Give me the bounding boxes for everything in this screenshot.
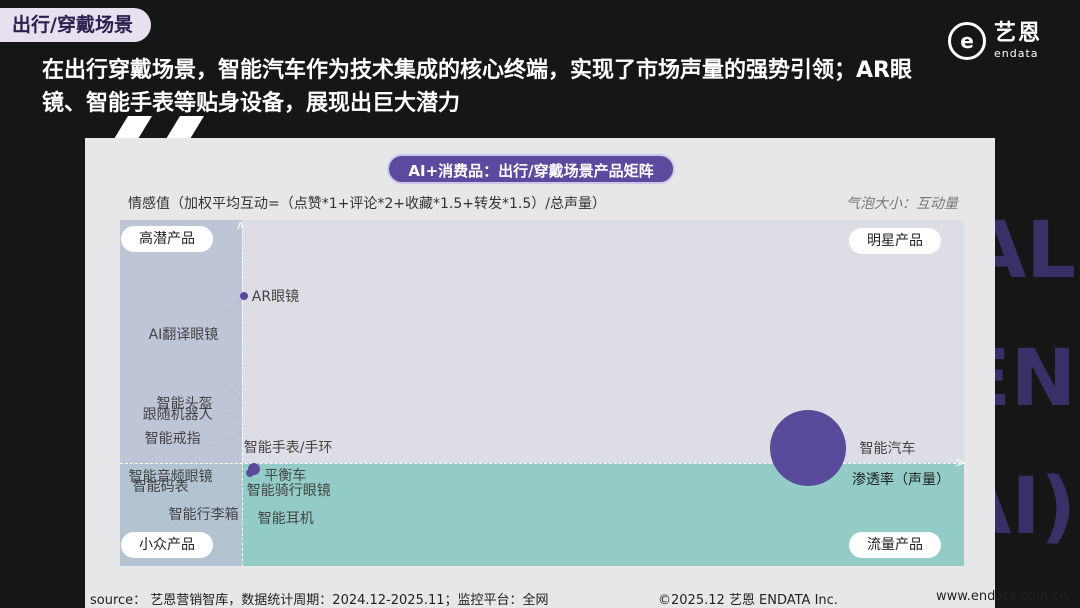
bubble-point — [239, 292, 248, 301]
point-label: 智能耳机 — [257, 510, 314, 527]
bubble-point — [769, 410, 846, 487]
point-label: 智能码表 — [132, 479, 189, 496]
footer-site: www.endata.com.cn — [936, 589, 1068, 604]
point-label: AR眼镜 — [251, 289, 300, 306]
point-label: AI翻译眼镜 — [148, 327, 219, 344]
point-label: 智能手表/手环 — [243, 440, 333, 457]
footer-copyright: ©2025.12 艺恩 ENDATA Inc. — [658, 593, 838, 608]
point-label: 智能戒指 — [144, 430, 201, 447]
point-label: 智能汽车 — [859, 441, 916, 458]
bubble-point — [246, 468, 255, 477]
leader-lines — [207, 299, 243, 515]
point-label: 智能骑行眼镜 — [246, 482, 331, 499]
point-label: 智能行李箱 — [168, 507, 239, 524]
point-label: 跟随机器人 — [142, 406, 213, 423]
footer-source: source： 艺恩营销智库，数据统计周期：2024.12-2025.11；监控… — [90, 593, 549, 608]
